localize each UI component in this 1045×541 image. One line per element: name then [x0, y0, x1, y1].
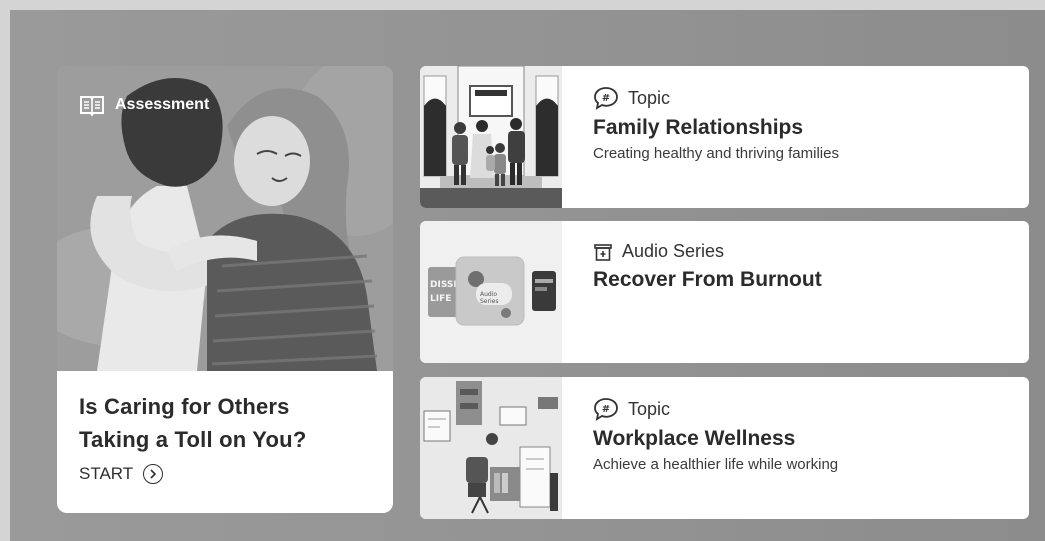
item-text: # Topic Workplace Wellness Achieve a hea…	[593, 397, 1009, 473]
audio-series-card-recover-from-burnout[interactable]: DISSE LIFE Audio Series Audio Series Rec…	[420, 221, 1029, 363]
assessment-badge-label: Assessment	[115, 96, 210, 113]
svg-text:LIFE: LIFE	[430, 294, 451, 304]
audio-series-illustration: DISSE LIFE Audio Series	[420, 221, 562, 363]
svg-text:Series: Series	[480, 298, 498, 305]
audio-series-icon	[594, 243, 612, 261]
assessment-card[interactable]: Assessment Is Caring for Others Taking a…	[57, 66, 393, 513]
workplace-illustration	[420, 377, 562, 519]
topic-card-workplace-wellness[interactable]: # Topic Workplace Wellness Achieve a hea…	[420, 377, 1029, 519]
item-type: Audio Series	[593, 241, 1009, 262]
item-type-label: Topic	[628, 398, 671, 419]
topic-card-family-relationships[interactable]: # Topic Family Relationships Creating he…	[420, 66, 1029, 208]
hug-illustration: Assessment	[57, 66, 393, 371]
item-text: # Topic Family Relationships Creating he…	[593, 86, 1009, 162]
family-illustration	[420, 66, 562, 208]
book-icon	[80, 96, 104, 116]
item-description: Creating healthy and thriving families	[593, 145, 839, 162]
item-title: Recover From Burnout	[593, 268, 822, 291]
item-description: Achieve a healthier life while working	[593, 456, 839, 473]
svg-text:#: #	[602, 404, 610, 415]
start-button[interactable]: START	[79, 464, 377, 484]
svg-text:DISSE: DISSE	[430, 280, 460, 290]
item-type-label: Audio Series	[622, 241, 725, 261]
item-title: Workplace Wellness	[593, 427, 796, 450]
svg-text:Audio: Audio	[480, 291, 497, 298]
hashtag-chat-icon: #	[594, 87, 618, 110]
item-type: # Topic	[593, 397, 1009, 421]
chevron-right-circle-icon	[143, 464, 164, 484]
assessment-title-line2: Taking a Toll on You?	[79, 427, 307, 452]
item-title: Family Relationships	[593, 116, 804, 139]
start-label: START	[79, 464, 134, 483]
item-type-label: Topic	[628, 87, 671, 108]
assessment-card-body: Is Caring for Others Taking a Toll on Yo…	[79, 390, 377, 484]
assessment-badge: Assessment	[79, 94, 209, 116]
assessment-title: Is Caring for Others Taking a Toll on Yo…	[79, 390, 377, 456]
assessment-title-line1: Is Caring for Others	[79, 394, 290, 419]
item-type: # Topic	[593, 86, 1009, 110]
hashtag-chat-icon: #	[594, 398, 618, 421]
item-text: Audio Series Recover From Burnout	[593, 241, 1009, 297]
svg-text:#: #	[602, 93, 610, 104]
